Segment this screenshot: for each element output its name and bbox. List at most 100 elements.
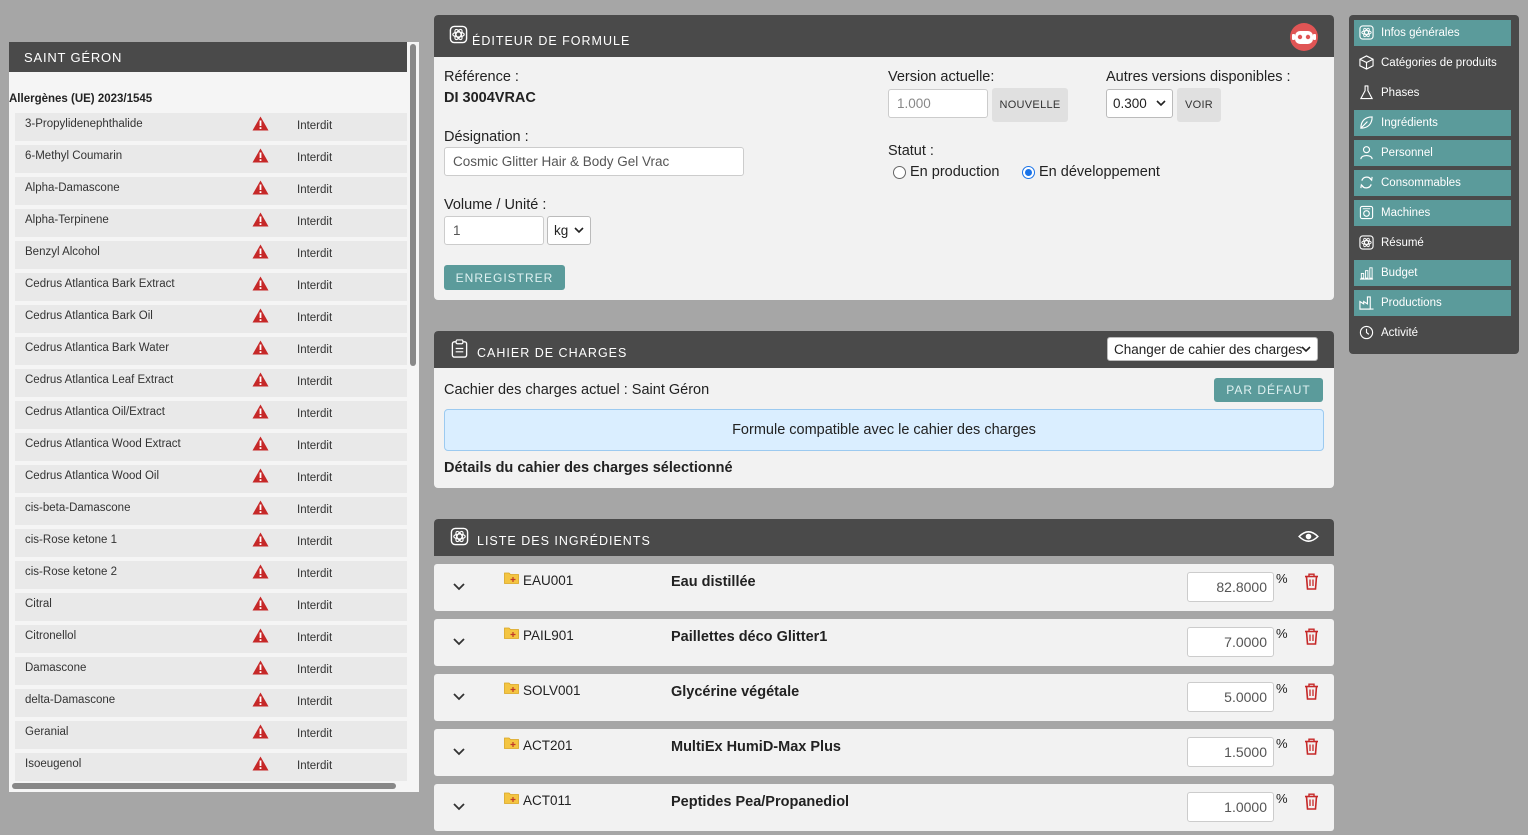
formula-icon (1359, 25, 1374, 40)
percent-symbol: % (1276, 791, 1288, 806)
nav-item-personnel[interactable]: Personnel (1354, 140, 1511, 166)
allergen-name: Geranial (25, 726, 69, 738)
nav-item-categories-de-produits[interactable]: Catégories de produits (1354, 50, 1511, 76)
right-navigation: Infos générales Catégories de produits Pha… (1349, 15, 1519, 354)
ingredients-title: LISTE DES INGRÉDIENTS (477, 534, 651, 548)
ingredient-percent-input[interactable]: 1.0000 (1187, 792, 1274, 822)
nav-item-resume[interactable]: Résumé (1354, 230, 1511, 256)
nav-item-machines[interactable]: Machines (1354, 200, 1511, 226)
allergen-status: Interdit (297, 280, 333, 292)
warning-icon (252, 500, 269, 515)
warning-icon (252, 532, 269, 547)
nav-item-activite[interactable]: Activité (1354, 320, 1511, 346)
allergen-name: cis-Rose ketone 1 (25, 534, 118, 546)
allergen-panel: SAINT GÉRON Allergènes (UE) 2023/1545 3-… (9, 42, 419, 792)
allergen-row: Citronellol Interdit (15, 625, 407, 653)
vertical-scrollbar[interactable] (410, 44, 416, 366)
allergen-name: Cedrus Atlantica Oil/Extract (25, 406, 165, 418)
chevron-down-icon[interactable] (452, 689, 466, 701)
allergen-name: Alpha-Terpinene (25, 214, 109, 226)
nav-item-label: Productions (1381, 297, 1442, 309)
nav-item-label: Activité (1381, 327, 1419, 339)
allergen-row: Alpha-Terpinene Interdit (15, 209, 407, 237)
trash-icon[interactable] (1304, 573, 1319, 590)
status-production-label[interactable]: En production (910, 164, 999, 180)
nav-item-label: Catégories de produits (1381, 57, 1497, 69)
allergen-name: Cedrus Atlantica Wood Extract (25, 438, 181, 450)
allergen-name: Isoeugenol (25, 758, 82, 770)
allergen-row: 6-Methyl Coumarin Interdit (15, 145, 407, 173)
nav-item-ingredients[interactable]: Ingrédients (1354, 110, 1511, 136)
robot-assistant-icon[interactable] (1289, 22, 1319, 52)
ingredient-row: ACT201 MultiEx HumiD-Max Plus 1.5000% (434, 729, 1334, 776)
view-version-button[interactable]: VOIR (1177, 88, 1221, 122)
save-button[interactable]: ENREGISTRER (444, 265, 565, 290)
trash-icon[interactable] (1304, 628, 1319, 645)
nav-item-phases[interactable]: Phases (1354, 80, 1511, 106)
ingredient-name: Eau distillée (671, 574, 756, 590)
unit-select[interactable]: kg (547, 216, 591, 245)
percent-symbol: % (1276, 681, 1288, 696)
current-version-input[interactable]: 1.000 (888, 89, 988, 118)
status-label: Statut : (888, 143, 934, 159)
warning-icon (252, 628, 269, 643)
allergen-name: Cedrus Atlantica Wood Oil (25, 470, 160, 482)
allergen-row: cis-Rose ketone 2 Interdit (15, 561, 407, 589)
current-specifications-text: Cachier des charges actuel : Saint Géron (444, 382, 710, 398)
status-development-label[interactable]: En développement (1039, 164, 1160, 180)
specifications-details-title: Détails du cahier des charges sélectionn… (444, 460, 733, 476)
clock-icon (1359, 325, 1374, 340)
ingredient-percent-input[interactable]: 5.0000 (1187, 682, 1274, 712)
status-development-radio[interactable] (1022, 166, 1035, 179)
allergen-row: Cedrus Atlantica Wood Oil Interdit (15, 465, 407, 493)
trash-icon[interactable] (1304, 793, 1319, 810)
warning-icon (252, 212, 269, 227)
allergen-name: 3-Propylidenephthalide (25, 118, 143, 130)
trash-icon[interactable] (1304, 683, 1319, 700)
nav-item-infos-generales[interactable]: Infos générales (1354, 20, 1511, 46)
ingredient-code: ACT011 (523, 793, 572, 808)
nav-item-label: Machines (1381, 207, 1431, 219)
allergen-status: Interdit (297, 344, 333, 356)
warning-icon (252, 756, 269, 771)
allergen-row: Cedrus Atlantica Bark Extract Interdit (15, 273, 407, 301)
new-version-button[interactable]: NOUVELLE (992, 88, 1068, 122)
specifications-header: CAHIER DE CHARGES Changer de cahier des … (434, 331, 1334, 368)
ingredient-percent-input[interactable]: 1.5000 (1187, 737, 1274, 767)
allergen-row: delta-Damascone Interdit (15, 689, 407, 717)
chevron-down-icon[interactable] (452, 799, 466, 811)
folder-icon (504, 681, 519, 694)
horizontal-scrollbar[interactable] (12, 783, 396, 789)
warning-icon (252, 660, 269, 675)
eye-icon[interactable] (1298, 529, 1319, 544)
allergen-status: Interdit (297, 440, 333, 452)
default-specifications-button[interactable]: PAR DÉFAUT (1214, 378, 1323, 402)
volume-input[interactable]: 1 (444, 216, 544, 245)
nav-item-consommables[interactable]: Consommables (1354, 170, 1511, 196)
ingredient-percent-input[interactable]: 82.8000 (1187, 572, 1274, 602)
nav-item-productions[interactable]: Productions (1354, 290, 1511, 316)
allergen-name: Cedrus Atlantica Leaf Extract (25, 374, 174, 386)
ingredient-row: PAIL901 Paillettes déco Glitter1 7.0000% (434, 619, 1334, 666)
chevron-down-icon[interactable] (452, 634, 466, 646)
chevron-down-icon[interactable] (452, 579, 466, 591)
warning-icon (252, 372, 269, 387)
allergen-status: Interdit (297, 632, 333, 644)
allergen-status: Interdit (297, 408, 333, 420)
chevron-down-icon[interactable] (452, 744, 466, 756)
allergen-row: cis-Rose ketone 1 Interdit (15, 529, 407, 557)
volume-unit-label: Volume / Unité : (444, 197, 547, 213)
ingredient-name: Peptides Pea/Propanediol (671, 794, 850, 810)
other-version-select[interactable]: 0.300 (1106, 89, 1173, 118)
warning-icon (252, 436, 269, 451)
change-specifications-select[interactable]: Changer de cahier des charges (1107, 337, 1318, 361)
designation-input[interactable]: Cosmic Glitter Hair & Body Gel Vrac (444, 147, 744, 176)
other-versions-label: Autres versions disponibles : (1106, 69, 1291, 85)
ingredient-percent-input[interactable]: 7.0000 (1187, 627, 1274, 657)
trash-icon[interactable] (1304, 738, 1319, 755)
nav-item-budget[interactable]: Budget (1354, 260, 1511, 286)
allergen-status: Interdit (297, 664, 333, 676)
ingredient-name: Paillettes déco Glitter1 (671, 629, 828, 645)
status-production-radio[interactable] (893, 166, 906, 179)
allergen-name: 6-Methyl Coumarin (25, 150, 123, 162)
